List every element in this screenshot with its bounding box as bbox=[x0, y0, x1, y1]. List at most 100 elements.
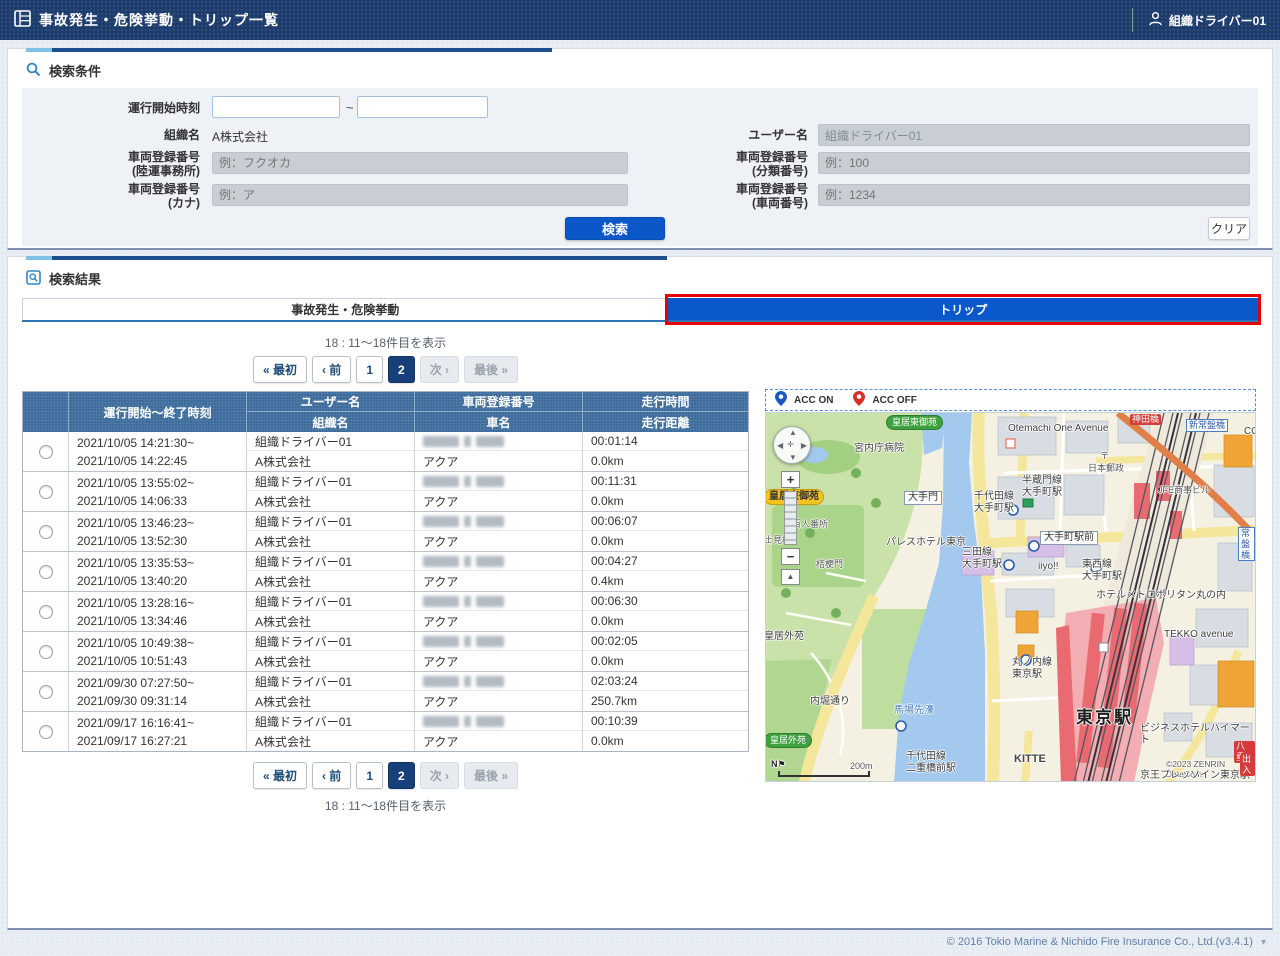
pagination-page-1[interactable]: 1 bbox=[356, 356, 383, 383]
pagination-prev[interactable]: ‹ 前 bbox=[312, 356, 351, 383]
row-select-radio[interactable] bbox=[23, 512, 68, 551]
start-time-to-input[interactable] bbox=[357, 96, 488, 118]
header-plate: 車両登録番号 bbox=[414, 392, 582, 412]
row-period: 2021/10/05 14:21:30~ 2021/10/05 14:22:45 bbox=[68, 432, 246, 471]
table-row: 2021/10/05 13:35:53~ 2021/10/05 13:40:20… bbox=[23, 551, 748, 591]
map-label: 丸ノ内線 東京駅 bbox=[1012, 657, 1052, 681]
map-pan-control[interactable]: ▲▼◀▶✛ bbox=[773, 426, 811, 464]
zoom-out-button[interactable]: − bbox=[781, 548, 800, 565]
radio-circle-icon bbox=[39, 445, 53, 459]
row-distance: 0.0km bbox=[582, 451, 748, 471]
map-label: JFE商事ビル bbox=[1158, 485, 1210, 496]
row-period: 2021/09/17 16:16:41~ 2021/09/17 16:27:21 bbox=[68, 712, 246, 751]
row-plate-redacted bbox=[414, 552, 582, 571]
row-user: 組織ドライバー01 bbox=[246, 472, 414, 491]
row-user: 組織ドライバー01 bbox=[246, 632, 414, 651]
table-row: 2021/09/17 16:16:41~ 2021/09/17 16:27:21… bbox=[23, 711, 748, 751]
acc-on-label: ACC ON bbox=[794, 395, 833, 406]
row-select-radio[interactable] bbox=[23, 592, 68, 631]
row-distance: 0.0km bbox=[582, 531, 748, 551]
table-row: 2021/10/05 13:46:23~ 2021/10/05 13:52:30… bbox=[23, 511, 748, 551]
row-duration: 00:10:39 bbox=[582, 712, 748, 731]
map-label: TEKKO avenue bbox=[1164, 629, 1233, 641]
row-plate-redacted bbox=[414, 672, 582, 691]
copyright-text: © 2016 Tokio Marine & Nichido Fire Insur… bbox=[947, 936, 1253, 948]
row-org: A株式会社 bbox=[246, 571, 414, 591]
page-footer: © 2016 Tokio Marine & Nichido Fire Insur… bbox=[947, 936, 1266, 948]
plate-number-input bbox=[818, 184, 1250, 206]
app-header: 事故発生・危険挙動・トリップ一覧 組織ドライバー01 bbox=[0, 0, 1280, 40]
map-label: 千代田線 二重橋前駅 bbox=[906, 751, 956, 775]
pagination-page-2[interactable]: 2 bbox=[388, 762, 415, 789]
plate-office-label: 車両登録番号 (陸運事務所) bbox=[22, 150, 200, 179]
map-label: ホテルメトロポリタン丸の内 bbox=[1096, 590, 1226, 602]
map-label: 日本郵政 bbox=[1088, 463, 1124, 474]
row-org: A株式会社 bbox=[246, 651, 414, 671]
pagination-first[interactable]: « 最初 bbox=[253, 762, 307, 789]
pagination-first[interactable]: « 最初 bbox=[253, 356, 307, 383]
radio-circle-icon bbox=[39, 485, 53, 499]
row-select-radio[interactable] bbox=[23, 712, 68, 751]
map-label: 大手町駅前 bbox=[1040, 531, 1098, 545]
row-org: A株式会社 bbox=[246, 731, 414, 751]
row-select-radio[interactable] bbox=[23, 552, 68, 591]
row-select-radio[interactable] bbox=[23, 672, 68, 711]
map-label: 京王プレッソイン東京駅八 bbox=[1140, 770, 1255, 782]
map-label: 桔梗門 bbox=[816, 559, 843, 570]
map-label: KITTE bbox=[1014, 753, 1046, 766]
plate-kana-input bbox=[212, 184, 628, 206]
map-scale-bar bbox=[778, 771, 870, 777]
radio-circle-icon bbox=[39, 605, 53, 619]
row-select-radio[interactable] bbox=[23, 472, 68, 511]
range-tilde: ~ bbox=[346, 100, 354, 115]
results-tab-indicator bbox=[26, 256, 667, 260]
acc-off-pin-icon bbox=[853, 391, 865, 409]
map-canvas[interactable]: ▲▼◀▶✛ + − ▲ N⚑ 200m 皇居東御苑宮内庁病院皇居東御苑大手門百人… bbox=[765, 412, 1256, 782]
results-section-title: 検索結果 bbox=[49, 269, 101, 288]
org-label: 組織名 bbox=[22, 128, 200, 142]
pagination-prev[interactable]: ‹ 前 bbox=[312, 762, 351, 789]
row-duration: 00:04:27 bbox=[582, 552, 748, 571]
row-period: 2021/10/05 13:55:02~ 2021/10/05 14:06:33 bbox=[68, 472, 246, 511]
row-car: アクア bbox=[414, 731, 582, 751]
map-label: パレスホテル東京 bbox=[886, 537, 966, 549]
map-label: iiyo!! bbox=[1038, 561, 1059, 573]
map-label: 新常盤橋 bbox=[1186, 419, 1228, 432]
start-time-from-input[interactable] bbox=[212, 96, 340, 118]
map-label: CO bbox=[1244, 426, 1256, 438]
pagination-page-1[interactable]: 1 bbox=[356, 762, 383, 789]
zoom-in-button[interactable]: + bbox=[781, 471, 800, 488]
row-select-radio[interactable] bbox=[23, 432, 68, 471]
result-tabs: 事故発生・危険挙動 トリップ bbox=[22, 298, 1258, 322]
row-org: A株式会社 bbox=[246, 491, 414, 511]
overview-map-button[interactable]: ▲ bbox=[781, 569, 800, 585]
map-label: 皇居外苑 bbox=[765, 733, 812, 748]
search-icon bbox=[26, 62, 41, 80]
zoom-slider[interactable] bbox=[784, 491, 797, 545]
map-label: 宮内庁病院 bbox=[854, 443, 904, 455]
footer-caret-icon[interactable]: ▾ bbox=[1261, 937, 1266, 948]
user-menu[interactable]: 組織ドライバー01 bbox=[1132, 8, 1266, 32]
pagination-page-2[interactable]: 2 bbox=[388, 356, 415, 383]
row-period: 2021/10/05 13:46:23~ 2021/10/05 13:52:30 bbox=[68, 512, 246, 551]
clear-button[interactable]: クリア bbox=[1208, 217, 1250, 240]
tab-accident-danger[interactable]: 事故発生・危険挙動 bbox=[22, 298, 668, 320]
map-label: 大手門 bbox=[904, 491, 942, 505]
header-user: ユーザー名 bbox=[246, 392, 414, 412]
search-button[interactable]: 検索 bbox=[565, 217, 665, 240]
map-label: 常盤橋 bbox=[1238, 527, 1255, 561]
results-panel: 検索結果 事故発生・危険挙動 トリップ 18 : 11〜18件目を表示 « 最初… bbox=[7, 256, 1273, 930]
row-period: 2021/09/30 07:27:50~ 2021/09/30 09:31:14 bbox=[68, 672, 246, 711]
tab-trip[interactable]: トリップ bbox=[668, 298, 1258, 320]
row-car: アクア bbox=[414, 691, 582, 711]
header-duration: 走行時間 bbox=[582, 392, 748, 412]
pagination-top: « 最初‹ 前12次 ›最後 » bbox=[22, 356, 749, 383]
map-label: 百人番所 bbox=[792, 519, 828, 530]
search-section-title: 検索条件 bbox=[49, 61, 101, 80]
pagination-next: 次 › bbox=[420, 356, 459, 383]
map-legend: ACC ON ACC OFF bbox=[765, 389, 1256, 411]
row-car: アクア bbox=[414, 571, 582, 591]
search-form: 運行開始時刻 ~ 組織名 A株式会社 ユーザー名 車両登録番号 (陸運事務所) … bbox=[22, 88, 1258, 246]
row-select-radio[interactable] bbox=[23, 632, 68, 671]
table-row: 2021/10/05 14:21:30~ 2021/10/05 14:22:45… bbox=[23, 432, 748, 471]
